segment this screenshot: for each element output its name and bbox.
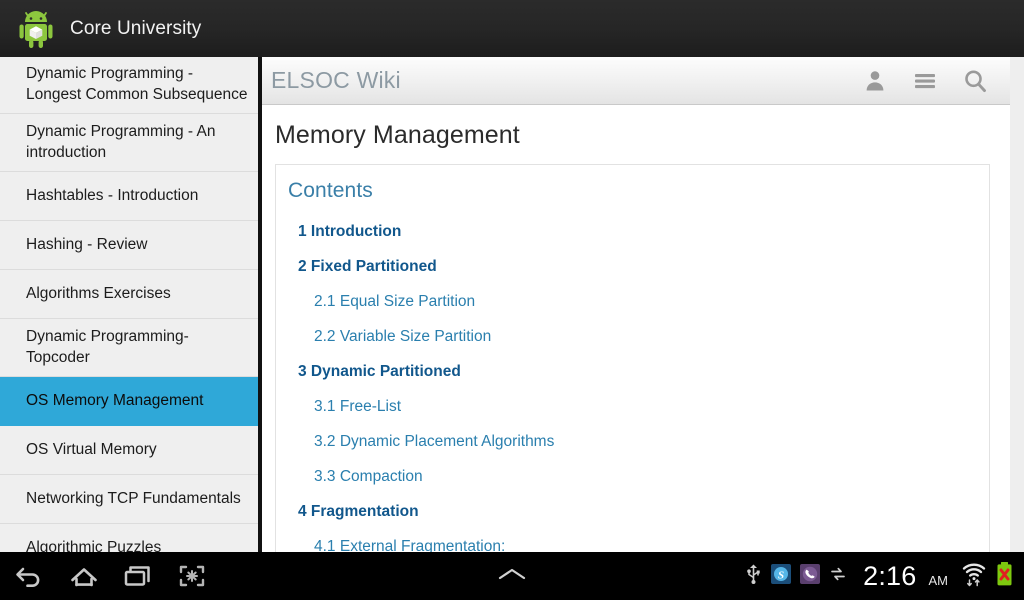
toc-link-4[interactable]: 4 Fragmentation [288, 494, 989, 529]
toc-link-2-1[interactable]: 2.1 Equal Size Partition [288, 284, 989, 319]
user-icon[interactable] [862, 68, 888, 94]
android-robot-icon [14, 7, 58, 51]
wiki-pane: ELSOC Wiki Memory Management Contents 1 … [262, 57, 1010, 552]
sidebar-item-6-selected[interactable]: OS Memory Management [0, 377, 258, 426]
sidebar-item-3[interactable]: Hashing - Review [0, 221, 258, 270]
toc-link-2[interactable]: 2 Fixed Partitioned [288, 249, 989, 284]
wiki-content: Memory Management Contents 1 Introductio… [262, 105, 1010, 552]
usb-icon [745, 563, 762, 590]
status-tray[interactable]: S 2:16 AM [745, 561, 1024, 592]
wifi-icon [962, 561, 986, 592]
wiki-toolbar-actions [862, 68, 1010, 94]
toc-link-1[interactable]: 1 Introduction [288, 214, 989, 249]
app-title: Core University [70, 17, 202, 39]
status-clock-time: 2:16 [863, 560, 917, 591]
screenshot-icon[interactable] [176, 561, 208, 591]
sidebar-item-label: Algorithmic Puzzles [26, 539, 162, 552]
android-tablet-screen: Core University Dynamic Programming - Lo… [0, 0, 1024, 600]
sidebar-item-4[interactable]: Algorithms Exercises [0, 270, 258, 319]
home-icon[interactable] [68, 561, 100, 591]
battery-icon [995, 561, 1014, 592]
sidebar-divider [258, 56, 262, 552]
toc-link-2-2[interactable]: 2.2 Variable Size Partition [288, 319, 989, 354]
svg-text:S: S [778, 569, 784, 581]
sidebar-item-2[interactable]: Hashtables - Introduction [0, 172, 258, 221]
sidebar-item-0[interactable]: Dynamic Programming - Longest Common Sub… [0, 56, 258, 114]
right-filler-strip [1010, 57, 1024, 552]
wiki-site-title: ELSOC Wiki [271, 67, 401, 93]
sidebar-item-label: OS Virtual Memory [26, 441, 157, 458]
back-icon[interactable] [14, 561, 46, 591]
toc-link-3[interactable]: 3 Dynamic Partitioned [288, 354, 989, 389]
sidebar-item-label: Networking TCP Fundamentals [26, 490, 241, 507]
sidebar-item-8[interactable]: Networking TCP Fundamentals [0, 475, 258, 524]
app-header: Core University [0, 0, 1024, 57]
system-navigation-bar: S 2:16 AM [0, 552, 1024, 600]
toc-link-3-2[interactable]: 3.2 Dynamic Placement Algorithms [288, 424, 989, 459]
sidebar-item-label: Dynamic Programming- Topcoder [26, 328, 189, 366]
sidebar-item-label: Algorithms Exercises [26, 285, 171, 302]
recents-icon[interactable] [122, 561, 154, 591]
toc-link-4-1[interactable]: 4.1 External Fragmentation: [288, 529, 989, 552]
skype-icon: S [771, 563, 792, 589]
page-title: Memory Management [275, 121, 520, 149]
sidebar-item-7[interactable]: OS Virtual Memory [0, 426, 258, 475]
toc-link-3-3[interactable]: 3.3 Compaction [288, 459, 989, 494]
chevron-up-icon[interactable] [489, 561, 535, 592]
sidebar-item-1[interactable]: Dynamic Programming - An introduction [0, 114, 258, 172]
sidebar-item-5[interactable]: Dynamic Programming- Topcoder [0, 319, 258, 377]
nav-buttons [0, 561, 208, 591]
search-icon[interactable] [962, 68, 988, 94]
sidebar-item-9[interactable]: Algorithmic Puzzles [0, 524, 258, 552]
sidebar-list[interactable]: Dynamic Programming - Longest Common Sub… [0, 56, 258, 552]
status-clock-ampm: AM [928, 572, 949, 588]
sidebar-item-label: Dynamic Programming - Longest Common Sub… [26, 65, 248, 103]
toc-link-3-1[interactable]: 3.1 Free-List [288, 389, 989, 424]
table-of-contents-box: Contents 1 Introduction 2 Fixed Partitio… [275, 164, 990, 552]
sidebar-item-label: Dynamic Programming - An introduction [26, 123, 216, 161]
contents-heading: Contents [288, 179, 373, 202]
sidebar-item-label: Hashtables - Introduction [26, 187, 199, 204]
sidebar-item-label: Hashing - Review [26, 236, 148, 253]
sidebar-item-label: OS Memory Management [26, 392, 204, 409]
menu-icon[interactable] [912, 68, 938, 94]
phone-icon [800, 563, 821, 589]
wiki-toolbar: ELSOC Wiki [262, 57, 1010, 105]
sync-icon [829, 565, 847, 588]
